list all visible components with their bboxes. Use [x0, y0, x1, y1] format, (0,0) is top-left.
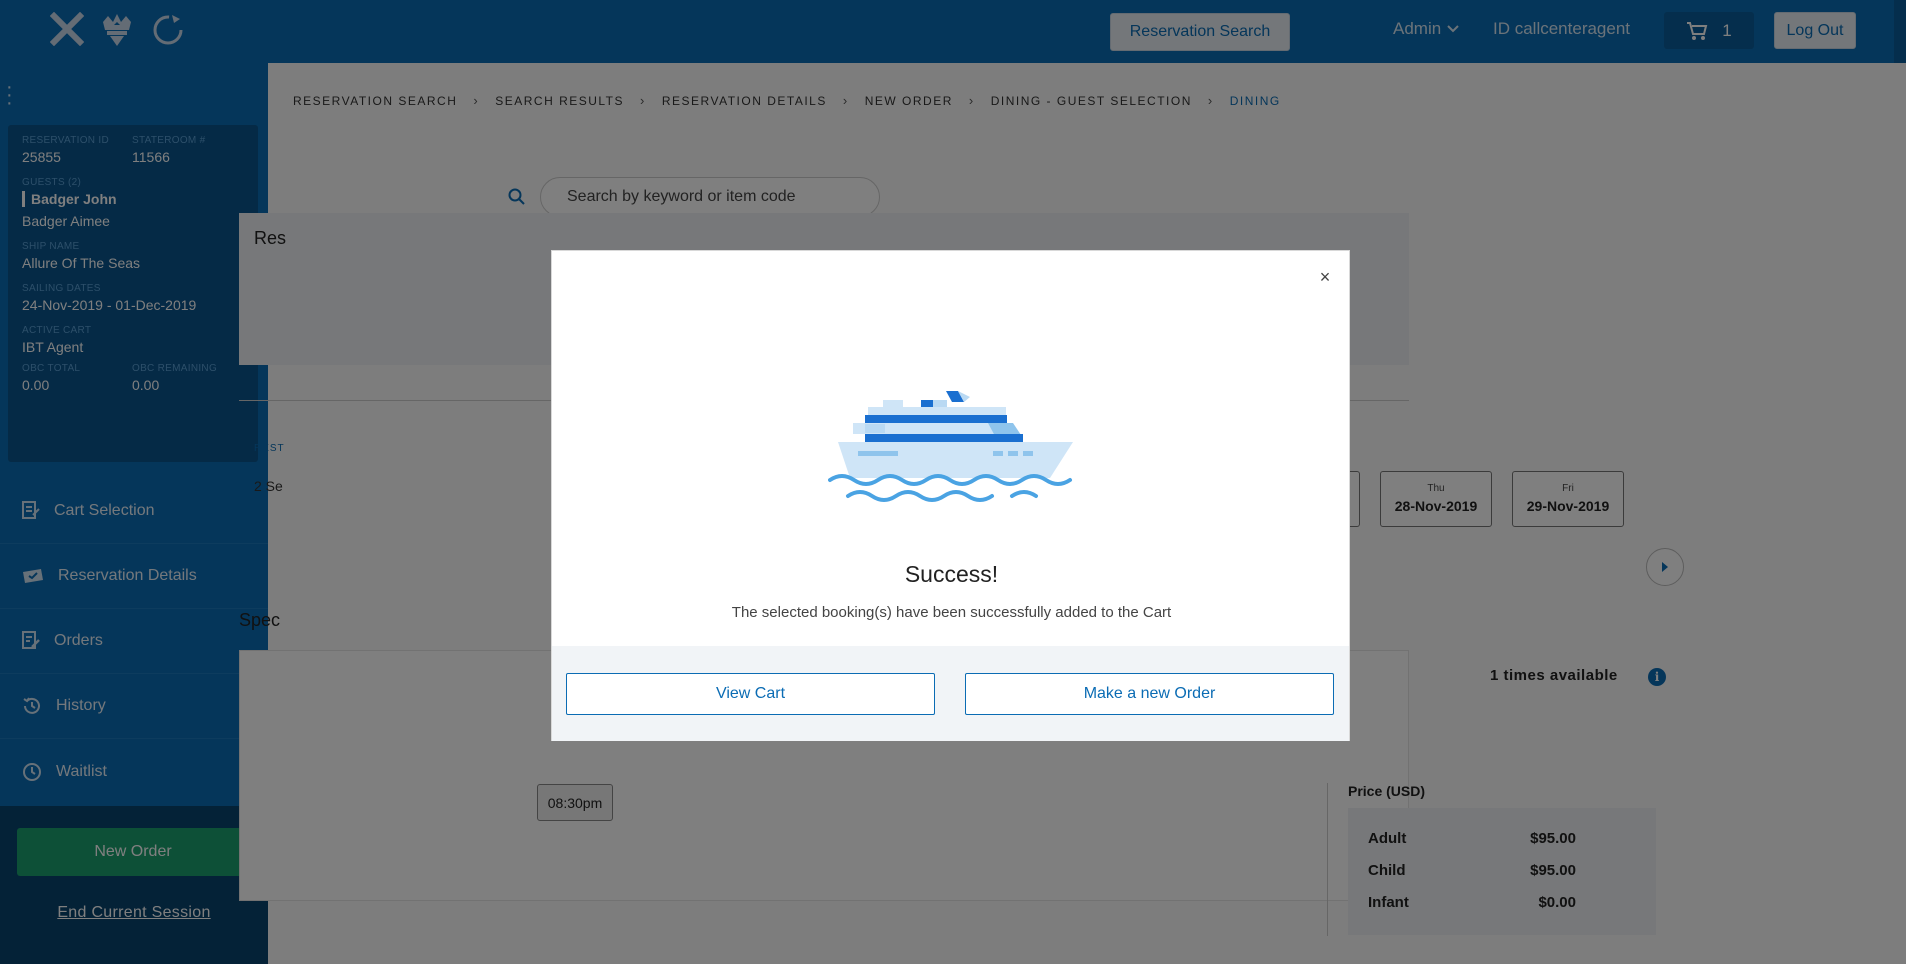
make-new-order-button[interactable]: Make a new Order — [965, 673, 1334, 715]
success-modal: × Success! The selected booking(s) have … — [551, 250, 1350, 741]
modal-message: The selected booking(s) have been succes… — [731, 604, 1172, 621]
modal-footer: View Cart Make a new Order — [552, 646, 1349, 741]
modal-title: Success! — [904, 561, 999, 587]
cruise-ship-icon — [828, 391, 1073, 502]
view-cart-button[interactable]: View Cart — [566, 673, 935, 715]
close-icon[interactable]: × — [1315, 267, 1335, 287]
